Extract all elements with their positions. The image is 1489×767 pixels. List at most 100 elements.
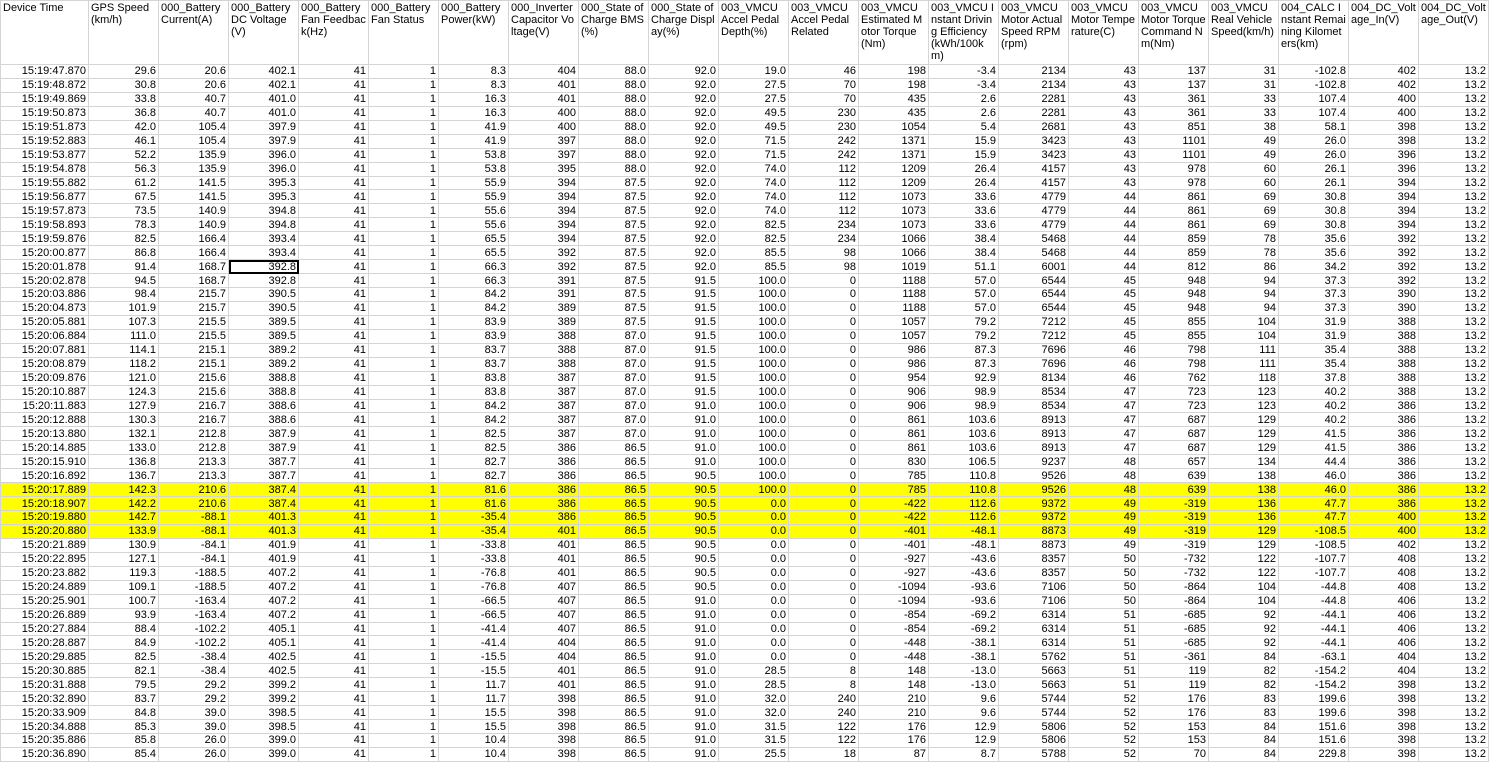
data-cell[interactable]: -69.2 (928, 621, 999, 637)
data-cell[interactable]: 119 (1138, 677, 1209, 693)
data-cell[interactable]: 1 (368, 300, 439, 316)
data-cell[interactable]: 27.5 (718, 91, 789, 107)
data-cell[interactable]: 388 (1348, 356, 1419, 372)
data-cell[interactable]: -15.5 (438, 649, 509, 665)
data-cell[interactable]: 389.2 (228, 342, 299, 358)
data-cell[interactable]: 83 (1208, 705, 1279, 721)
time-cell[interactable]: 15:19:53.877 (0, 147, 89, 163)
data-cell[interactable]: 41 (298, 565, 369, 581)
data-cell[interactable]: 67.5 (88, 189, 159, 205)
data-cell[interactable]: 3423 (998, 133, 1069, 149)
data-cell[interactable]: 386 (508, 496, 579, 511)
data-cell[interactable]: -154.2 (1278, 677, 1349, 693)
data-cell[interactable]: 5468 (998, 245, 1069, 261)
data-cell[interactable]: 389 (508, 314, 579, 330)
data-cell[interactable]: 50 (1068, 565, 1139, 581)
data-cell[interactable]: 1 (368, 231, 439, 247)
data-cell[interactable]: 29.2 (158, 691, 229, 707)
data-cell[interactable]: 402 (1348, 77, 1419, 93)
data-cell[interactable]: 394 (508, 231, 579, 247)
data-cell[interactable]: 141.5 (158, 189, 229, 205)
data-cell[interactable]: 91.0 (648, 691, 719, 707)
data-cell[interactable]: 88.0 (578, 133, 649, 149)
data-cell[interactable]: 86.5 (578, 523, 649, 539)
data-cell[interactable]: -108.5 (1278, 523, 1349, 539)
data-cell[interactable]: 4157 (998, 175, 1069, 191)
data-cell[interactable]: 408 (1348, 551, 1419, 567)
data-cell[interactable]: 13.2 (1418, 342, 1489, 358)
data-cell[interactable]: 13.2 (1418, 705, 1489, 721)
data-cell[interactable]: 104 (1208, 314, 1279, 330)
data-cell[interactable]: 198 (858, 77, 929, 93)
data-cell[interactable]: 399.2 (228, 691, 299, 707)
data-cell[interactable]: 41 (298, 356, 369, 372)
data-cell[interactable]: 47 (1068, 440, 1139, 456)
data-cell[interactable]: 5744 (998, 705, 1069, 721)
data-cell[interactable]: 393.4 (228, 245, 299, 261)
data-cell[interactable]: 52 (1068, 705, 1139, 721)
data-cell[interactable]: 66.3 (438, 259, 509, 275)
data-cell[interactable]: 26.4 (928, 161, 999, 177)
data-cell[interactable]: 6001 (998, 259, 1069, 275)
data-cell[interactable]: 0.0 (718, 496, 789, 511)
data-cell[interactable]: 4779 (998, 189, 1069, 205)
data-cell[interactable]: -422 (858, 510, 929, 525)
data-cell[interactable]: 86.8 (88, 245, 159, 261)
data-cell[interactable]: 123 (1208, 384, 1279, 400)
data-cell[interactable]: 15.5 (438, 705, 509, 721)
data-cell[interactable]: 41 (298, 691, 369, 707)
data-cell[interactable]: 13.2 (1418, 161, 1489, 177)
data-cell[interactable]: 41 (298, 161, 369, 177)
data-cell[interactable]: 386 (1348, 468, 1419, 484)
data-cell[interactable]: 0 (788, 454, 859, 470)
data-cell[interactable]: 1 (368, 217, 439, 233)
data-cell[interactable]: 859 (1138, 231, 1209, 247)
data-cell[interactable]: 388 (1348, 342, 1419, 358)
data-cell[interactable]: 9526 (998, 482, 1069, 498)
data-cell[interactable]: 388 (1348, 384, 1419, 400)
data-cell[interactable]: 86.5 (578, 593, 649, 609)
data-cell[interactable]: 0.0 (718, 523, 789, 539)
data-cell[interactable]: 81.6 (438, 482, 509, 498)
data-cell[interactable]: 13.2 (1418, 412, 1489, 428)
data-cell[interactable]: 242 (788, 147, 859, 163)
column-header[interactable]: Device Time (0, 0, 89, 65)
data-cell[interactable]: 166.4 (158, 231, 229, 247)
time-cell[interactable]: 15:20:35.886 (0, 733, 89, 748)
data-cell[interactable]: 41.9 (438, 119, 509, 135)
data-cell[interactable]: 84 (1208, 746, 1279, 762)
data-cell[interactable]: 391 (508, 287, 579, 302)
data-cell[interactable]: 118.2 (88, 356, 159, 372)
data-cell[interactable]: 110.8 (928, 482, 999, 498)
data-cell[interactable]: 8 (788, 663, 859, 679)
time-cell[interactable]: 15:20:10.887 (0, 384, 89, 400)
data-cell[interactable]: 1 (368, 398, 439, 414)
data-cell[interactable]: 13.2 (1418, 217, 1489, 233)
data-cell[interactable]: 401 (508, 551, 579, 567)
data-cell[interactable]: 26.0 (158, 746, 229, 762)
data-cell[interactable]: 15.9 (928, 133, 999, 149)
data-cell[interactable]: 399.0 (228, 746, 299, 762)
data-cell[interactable]: 13.2 (1418, 259, 1489, 275)
data-cell[interactable]: 86.5 (578, 719, 649, 734)
data-cell[interactable]: -33.8 (438, 551, 509, 567)
data-cell[interactable]: 5806 (998, 719, 1069, 734)
data-cell[interactable]: 29.6 (88, 64, 159, 79)
data-cell[interactable]: 388.8 (228, 370, 299, 386)
data-cell[interactable]: 90.5 (648, 579, 719, 595)
data-cell[interactable]: 43 (1068, 133, 1139, 149)
data-cell[interactable]: 129 (1208, 412, 1279, 428)
data-cell[interactable]: 13.2 (1418, 579, 1489, 595)
time-cell[interactable]: 15:20:07.881 (0, 342, 89, 358)
data-cell[interactable]: 82.5 (718, 217, 789, 233)
data-cell[interactable]: 91.0 (648, 649, 719, 665)
data-cell[interactable]: 92.0 (648, 175, 719, 191)
data-cell[interactable]: 41 (298, 440, 369, 456)
data-cell[interactable]: 41 (298, 496, 369, 511)
data-cell[interactable]: 234 (788, 217, 859, 233)
data-cell[interactable]: -93.6 (928, 579, 999, 595)
data-cell[interactable]: 91.0 (648, 635, 719, 651)
data-cell[interactable]: 15.9 (928, 147, 999, 163)
data-cell[interactable]: 397.9 (228, 119, 299, 135)
data-cell[interactable]: 86.5 (578, 607, 649, 623)
